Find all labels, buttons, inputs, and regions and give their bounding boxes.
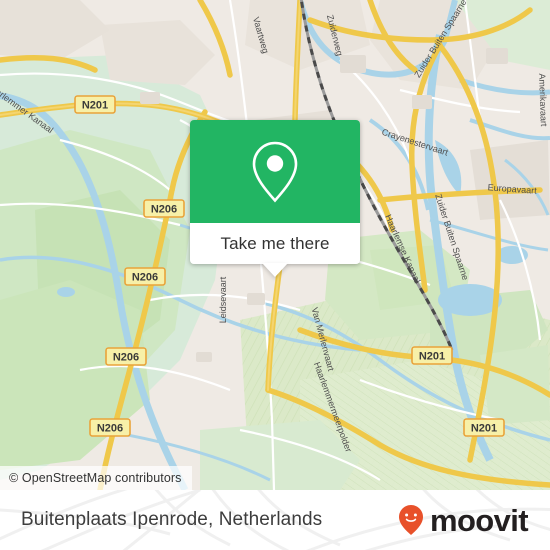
callout-pointer [262, 263, 288, 277]
svg-text:N206: N206 [97, 423, 123, 435]
callout-action-area[interactable]: Take me there [190, 223, 360, 264]
moovit-smiley-pin-icon [398, 505, 423, 535]
svg-text:N206: N206 [151, 204, 177, 216]
road-shield: N206 [89, 418, 131, 437]
svg-text:Leidsevaart: Leidsevaart [218, 276, 228, 323]
moovit-brand[interactable]: moovit [398, 490, 529, 550]
moovit-wordmark: moovit [429, 502, 529, 538]
take-me-there-callout[interactable]: Take me there [190, 120, 360, 277]
take-me-there-label: Take me there [220, 233, 330, 253]
svg-text:N201: N201 [419, 351, 445, 363]
road-shield: N206 [124, 267, 166, 286]
location-pin-icon [252, 141, 298, 202]
svg-text:N201: N201 [471, 423, 497, 435]
svg-text:N206: N206 [113, 352, 139, 364]
road-shield: N201 [463, 418, 505, 437]
footer-bar: Buitenplaats Ipenrode, Netherlands moovi… [0, 490, 550, 550]
road-shield: N206 [143, 199, 185, 218]
osm-attribution-text: © OpenStreetMap contributors [9, 471, 182, 485]
moovit-location-card: Zuider Buiten Spaarne Crayenestervaart A… [0, 0, 550, 550]
road-shield: N206 [105, 347, 147, 366]
svg-text:N201: N201 [82, 100, 108, 112]
page-title-text: Buitenplaats Ipenrode, Netherlands [21, 509, 323, 530]
road-shield: N201 [411, 346, 453, 365]
osm-attribution[interactable]: © OpenStreetMap contributors [0, 466, 192, 490]
road-shield: N201 [74, 95, 116, 114]
svg-text:N206: N206 [132, 272, 158, 284]
svg-text:Amerikavaart: Amerikavaart [537, 73, 549, 127]
callout-icon-area [190, 120, 360, 223]
page-title: Buitenplaats Ipenrode, Netherlands [21, 490, 322, 550]
